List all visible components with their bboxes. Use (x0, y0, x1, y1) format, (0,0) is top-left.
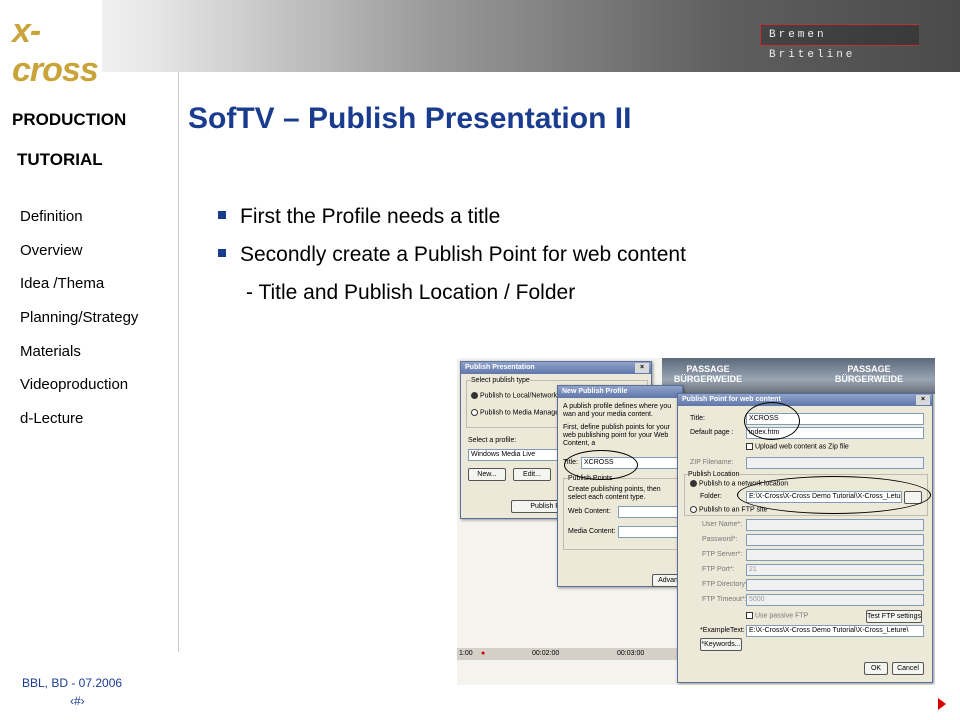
test-ftp-button[interactable]: Test FTP settings (866, 610, 922, 623)
sidebar-item-materials[interactable]: Materials (20, 340, 138, 374)
description-text: A publish profile defines where you wan … (563, 403, 672, 418)
sidebar-menu: Definition Overview Idea /Thema Planning… (20, 205, 138, 441)
bullet-list: First the Profile needs a title Secondly… (218, 202, 686, 316)
bullet-text: Secondly create a Publish Point for web … (240, 243, 686, 266)
sidebar-title-line1: PRODUCTION (12, 110, 127, 129)
sidebar-title-line2: TUTORIAL (17, 150, 103, 169)
timeline-label: 1:00 (459, 650, 473, 657)
photo-text: PASSAGE BÜRGERWEIDE (834, 364, 904, 384)
timeline-label: 00:02:00 (532, 650, 560, 657)
close-icon[interactable]: × (635, 363, 649, 373)
bullet-item: Secondly create a Publish Point for web … (218, 240, 686, 278)
ftp-password-input[interactable] (746, 534, 924, 546)
example-text-label: *ExampleText: (700, 627, 745, 634)
timeline-label: 00:03:00 (617, 650, 645, 657)
checkbox-icon (746, 443, 753, 450)
folder-label: Folder: (700, 493, 722, 500)
zip-filename-input[interactable] (746, 457, 924, 469)
radio-icon (690, 506, 697, 513)
sidebar-item-idea[interactable]: Idea /Thema (20, 272, 138, 306)
web-content-label: Web Content: (568, 508, 611, 515)
profile-label: Select a profile: (468, 437, 517, 444)
highlight-oval (564, 450, 638, 480)
cancel-button[interactable]: Cancel (892, 662, 924, 675)
radio-ftp-site[interactable]: Publish to an FTP site (690, 506, 767, 513)
radio-local[interactable]: Publish to Local/Network pa (471, 392, 567, 399)
bullet-subtext: - Title and Publish Location / Folder (246, 281, 576, 304)
ftp-directory-label: FTP Directory*: (702, 581, 750, 588)
radio-icon (471, 409, 478, 416)
photo-text: PASSAGE BÜRGERWEIDE (673, 364, 743, 384)
slide-title: SofTV – Publish Presentation II (188, 102, 632, 135)
ftp-user-label: User Name*: (702, 521, 743, 528)
passive-ftp-checkbox[interactable]: Use passive FTP (746, 612, 808, 619)
radio-icon (690, 480, 697, 487)
sidebar-item-definition[interactable]: Definition (20, 205, 138, 239)
ok-button[interactable]: OK (864, 662, 888, 675)
bullet-text: First the Profile needs a title (240, 205, 501, 228)
sidebar-divider (178, 72, 179, 652)
ftp-server-label: FTP Server*: (702, 551, 743, 558)
radio-icon (471, 392, 478, 399)
publish-point-window: Publish Point for web content × Title: XC… (677, 393, 933, 683)
zip-filename-label: ZIP Filename: (690, 459, 734, 466)
new-profile-button[interactable]: New... (468, 468, 506, 481)
checkbox-icon (746, 612, 753, 619)
group-label: Publish Location (688, 471, 740, 478)
window-titlebar: New Publish Profile (558, 386, 682, 398)
media-content-select[interactable] (618, 526, 678, 538)
ftp-password-label: Password*: (702, 536, 738, 543)
zip-checkbox[interactable]: Upload web content as Zip file (746, 443, 849, 450)
bullet-item: First the Profile needs a title (218, 202, 686, 240)
media-content-label: Media Content: (568, 528, 616, 535)
brand-label: Bremen Briteline (760, 24, 919, 61)
web-content-select[interactable] (618, 506, 678, 518)
group-label: Select publish type (471, 377, 530, 384)
close-icon[interactable]: × (916, 395, 930, 405)
new-publish-profile-window: New Publish Profile A publish profile de… (557, 385, 684, 587)
highlight-oval (737, 476, 931, 514)
window-titlebar: Publish Point for web content × (678, 394, 932, 406)
sidebar-item-planning[interactable]: Planning/Strategy (20, 306, 138, 340)
logo-text: x-cross (12, 12, 99, 89)
sidebar-item-videoproduction[interactable]: Videoproduction (20, 373, 138, 407)
sidebar-title: PRODUCTION TUTORIAL (12, 100, 126, 180)
next-slide-arrow-icon[interactable] (938, 698, 946, 710)
sidebar-item-d-lecture[interactable]: d-Lecture (20, 407, 138, 441)
ftp-timeout-label: FTP Timeout*: (702, 596, 747, 603)
default-page-label: Default page : (690, 429, 734, 436)
logo: x-cross (0, 0, 102, 89)
bullet-square-icon (218, 211, 226, 220)
timeline-bar[interactable]: 1:00 ● 00:02:00 00:03:00 (457, 648, 687, 660)
title-label: Title: (690, 415, 705, 422)
highlight-oval (744, 402, 800, 440)
ftp-user-input[interactable] (746, 519, 924, 531)
record-icon[interactable]: ● (481, 650, 485, 657)
window-titlebar: Publish Presentation × (461, 362, 651, 374)
bullet-square-icon (218, 249, 226, 258)
background-photo: PASSAGE BÜRGERWEIDE (754, 358, 935, 394)
description-text: First, define publish points for your we… (563, 424, 670, 447)
embedded-screenshot: PASSAGE BÜRGERWEIDE PASSAGE BÜRGERWEIDE … (457, 358, 935, 685)
radio-media-manager[interactable]: Publish to Media Manageme (471, 409, 569, 416)
ftp-port-label: FTP Port*: (702, 566, 735, 573)
ftp-port-input[interactable]: 21 (746, 564, 924, 576)
description-text: Create publishing points, then select ea… (568, 486, 661, 501)
ftp-timeout-input[interactable]: 5000 (746, 594, 924, 606)
footer-credit: BBL, BD - 07.2006 (22, 676, 123, 690)
ftp-directory-input[interactable] (746, 579, 924, 591)
ftp-server-input[interactable] (746, 549, 924, 561)
sidebar-item-overview[interactable]: Overview (20, 239, 138, 273)
keywords-button[interactable]: *Keywords... (700, 638, 742, 651)
example-text-input[interactable]: E:\X-Cross\X-Cross Demo Tutorial\X-Cross… (746, 625, 924, 637)
edit-profile-button[interactable]: Edit... (513, 468, 551, 481)
page-number: ‹#› (70, 694, 85, 708)
